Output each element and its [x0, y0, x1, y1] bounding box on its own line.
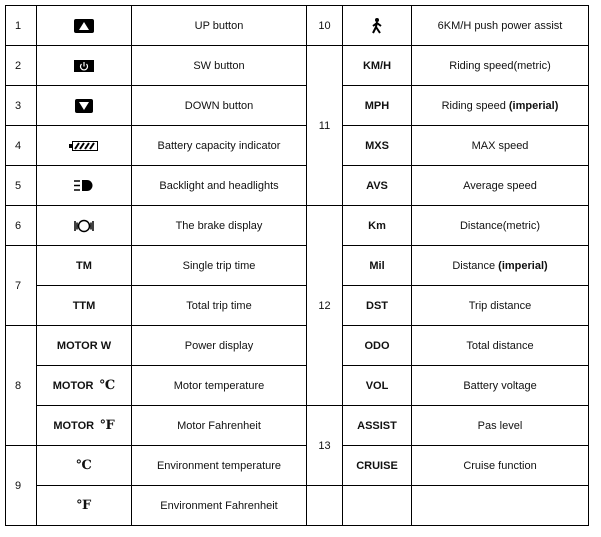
description: Pas level [411, 405, 589, 446]
row-number: 13 [306, 405, 343, 486]
code: TM [36, 245, 132, 286]
icon-cell [36, 205, 132, 246]
description: Battery capacity indicator [131, 125, 307, 166]
code: TTM [36, 285, 132, 326]
description: DOWN button [131, 85, 307, 126]
description: The brake display [131, 205, 307, 246]
table-row: 1 UP button 10 6KM/H push power assist [5, 5, 589, 46]
battery-icon [69, 140, 98, 151]
down-triangle-icon [75, 98, 93, 113]
code: VOL [342, 365, 412, 406]
description-bold: (imperial) [508, 99, 559, 112]
display-icons-table: 1 UP button 10 6KM/H push power assist 2… [5, 5, 589, 526]
description: Total trip time [131, 285, 307, 326]
row-number: 12 [306, 205, 343, 406]
code: MXS [342, 125, 412, 166]
table-row: 4 Battery capacity indicator MXS MAX spe… [5, 125, 589, 166]
headlight-icon [74, 180, 93, 191]
code: MOTOR ℃ [36, 365, 132, 406]
description: Backlight and headlights [131, 165, 307, 206]
empty-cell [411, 485, 589, 526]
description: Distance(metric) [411, 205, 589, 246]
brake-icon [74, 219, 94, 232]
description: Riding speed (imperial) [411, 85, 589, 126]
description: Average speed [411, 165, 589, 206]
description: UP button [131, 5, 307, 46]
row-number: 7 [5, 245, 37, 326]
description: SW button [131, 45, 307, 86]
icon-cell [36, 165, 132, 206]
table-row: MOTOR ℃ Motor temperature VOL Battery vo… [6, 365, 589, 406]
code: MOTOR W [36, 325, 132, 366]
fahrenheit-icon: ℉ [76, 498, 92, 513]
table-row: 9 ℃ Environment temperature CRUISE Cruis… [5, 445, 589, 526]
description: Total distance [411, 325, 589, 366]
code: ODO [342, 325, 412, 366]
description: 6KM/H push power assist [411, 5, 589, 46]
row-number: 1 [5, 5, 37, 46]
description: Power display [131, 325, 307, 366]
walking-person-icon [372, 17, 382, 34]
table-row: TTM Total trip time DST Trip distance [6, 285, 589, 326]
table-row: 3 DOWN button MPH Riding speed (imperial… [5, 85, 589, 126]
celsius-icon: ℃ [99, 378, 116, 393]
row-number: 8 [5, 325, 37, 446]
table-row: 7 TM Single trip time Mil Distance (impe… [5, 245, 589, 326]
table-row: MOTOR ℉ Motor Fahrenheit 13 ASSIST Pas l… [6, 405, 589, 486]
description-bold: (imperial) [498, 259, 548, 272]
code: Mil [342, 245, 412, 286]
description: Cruise function [411, 445, 589, 486]
code: MPH [342, 85, 412, 126]
description: Motor temperature [131, 365, 307, 406]
table-row: ℉ Environment Fahrenheit [6, 485, 589, 526]
row-number: 5 [5, 165, 37, 206]
description-text: Distance [452, 259, 499, 272]
table-row: 6 The brake display 12 Km Distance(metri… [5, 205, 589, 406]
description: Riding speed(metric) [411, 45, 589, 86]
row-number: 10 [306, 5, 343, 46]
code: AVS [342, 165, 412, 206]
celsius-icon: ℃ [76, 458, 92, 473]
empty-cell [342, 485, 412, 526]
empty-cell [306, 485, 343, 526]
code-text: MOTOR [52, 380, 94, 392]
row-number: 3 [5, 85, 37, 126]
table-row: 5 Backlight and headlights AVS Average s… [5, 165, 589, 206]
code: ℃ [36, 445, 132, 486]
code-text: MOTOR [53, 420, 95, 432]
description: Distance (imperial) [411, 245, 589, 286]
row-number: 9 [5, 445, 37, 526]
code: ASSIST [342, 405, 412, 446]
description: Motor Fahrenheit [131, 405, 307, 446]
description: Environment temperature [131, 445, 307, 486]
code: ℉ [36, 485, 132, 526]
icon-cell [36, 45, 132, 86]
row-number: 6 [5, 205, 37, 246]
code: DST [342, 285, 412, 326]
code: KM/H [342, 45, 412, 86]
description-text: Riding speed [441, 99, 509, 112]
code: CRUISE [342, 445, 412, 486]
code: Km [342, 205, 412, 246]
icon-cell [36, 85, 132, 126]
row-number: 4 [5, 125, 37, 166]
fahrenheit-icon: ℉ [100, 418, 115, 433]
table-row: 8 MOTOR W Power display ODO Total distan… [5, 325, 589, 446]
power-icon [74, 59, 94, 72]
row-number: 2 [5, 45, 37, 86]
icon-cell [36, 5, 132, 46]
description: Single trip time [131, 245, 307, 286]
up-triangle-icon [74, 18, 94, 33]
table-row: 2 SW button 11 KM/H Riding speed(metric) [5, 45, 589, 206]
code: MOTOR ℉ [36, 405, 132, 446]
icon-cell [36, 125, 132, 166]
description: Environment Fahrenheit [131, 485, 307, 526]
description: Trip distance [411, 285, 589, 326]
icon-cell [342, 5, 412, 46]
description: Battery voltage [411, 365, 589, 406]
description: MAX speed [411, 125, 589, 166]
row-number: 11 [306, 45, 343, 206]
